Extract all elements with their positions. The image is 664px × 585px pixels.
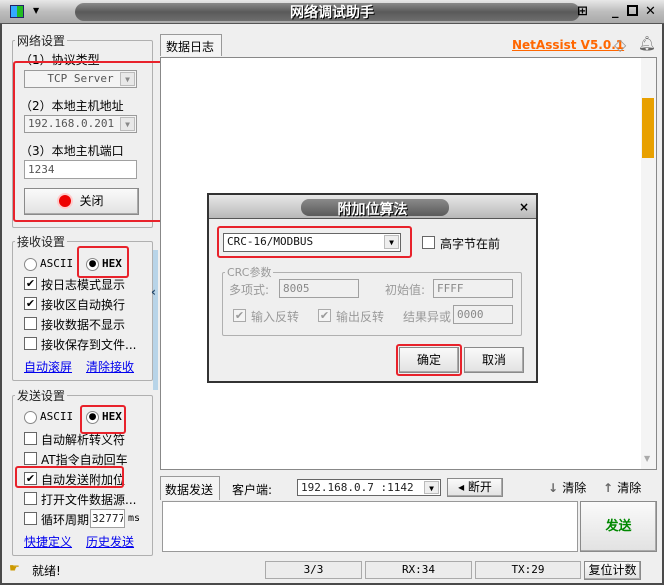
disconnect-button[interactable]: ◂ 断开 — [447, 478, 503, 497]
at-enter-checkbox[interactable] — [24, 452, 37, 465]
scroll-down-icon[interactable]: ▼ — [644, 454, 650, 463]
xorout-input[interactable] — [453, 305, 513, 324]
reset-count-button[interactable]: 复位计数 — [584, 561, 641, 580]
refout-label: 输出反转 — [336, 310, 385, 324]
send-ascii-label: ASCII — [40, 410, 74, 423]
network-settings-title: 网络设置 — [15, 32, 68, 49]
client-select[interactable]: 192.168.0.7 :1142 ▼ — [297, 479, 441, 496]
save-file-checkbox[interactable] — [24, 337, 37, 350]
status-count: 3/3 — [265, 561, 362, 579]
auto-wrap-label: 接收区自动换行 — [41, 298, 126, 312]
high-byte-first-checkbox[interactable] — [422, 236, 435, 249]
file-source-checkbox[interactable] — [24, 492, 37, 505]
status-icon: ☛ — [9, 561, 20, 575]
receive-ascii-label: ASCII — [40, 257, 74, 270]
auto-wrap-checkbox[interactable]: ✔ — [24, 297, 37, 310]
log-scrollbar[interactable]: ▼ — [641, 58, 656, 469]
init-label: 初始值: — [385, 283, 426, 297]
refout-checkbox[interactable]: ✔ — [318, 309, 331, 322]
highlight-ok — [396, 344, 462, 376]
window-title: 网络调试助手 — [290, 5, 374, 21]
init-input[interactable] — [433, 279, 513, 298]
clear-receive-label: 清除 — [562, 481, 587, 495]
loop-checkbox[interactable] — [24, 512, 37, 525]
dialog-close-button[interactable]: × — [519, 200, 529, 214]
hide-data-checkbox[interactable] — [24, 317, 37, 330]
shortcut-link[interactable]: 快捷定义 — [24, 533, 72, 550]
arrow-down-icon: ↓ — [548, 481, 563, 495]
diamond-icon[interactable]: ◇ — [614, 35, 626, 54]
client-value: 192.168.0.7 :1142 — [301, 481, 414, 494]
period-input[interactable] — [90, 509, 125, 528]
poly-input[interactable] — [279, 279, 359, 298]
send-button[interactable]: 发送 — [580, 501, 657, 552]
receive-settings-title: 接收设置 — [15, 233, 68, 250]
refin-checkbox[interactable]: ✔ — [233, 309, 246, 322]
high-byte-first-label: 高字节在前 — [440, 237, 501, 251]
tab-data-send[interactable]: 数据发送 — [160, 476, 220, 500]
chevron-down-icon: ▼ — [424, 481, 439, 494]
scroll-thumb[interactable] — [642, 98, 654, 158]
refin-label: 输入反转 — [251, 310, 300, 324]
cancel-button[interactable]: 取消 — [464, 347, 524, 373]
log-mode-label: 按日志模式显示 — [41, 278, 126, 292]
crc-params-title: CRC参数 — [225, 264, 274, 280]
send-ascii-radio[interactable] — [24, 411, 37, 424]
highlight-auto-append — [15, 466, 124, 488]
status-text: 就绪! — [32, 564, 61, 578]
arrow-left-icon: ◂ — [458, 480, 468, 494]
tab-data-log-label: 数据日志 — [166, 40, 215, 54]
append-algorithm-dialog: 附加位算法 × CRC-16/MODBUS ▼ 高字节在前 CRC参数 多项式: … — [207, 193, 538, 383]
autoscroll-link[interactable]: 自动滚屏 — [24, 358, 72, 375]
status-rx: RX:34 — [365, 561, 472, 579]
period-unit: ms — [128, 513, 141, 524]
escape-checkbox[interactable] — [24, 432, 37, 445]
clear-send-label: 清除 — [617, 481, 642, 495]
log-mode-checkbox[interactable]: ✔ — [24, 277, 37, 290]
close-button[interactable]: ✕ — [645, 4, 656, 19]
version-link[interactable]: NetAssist V5.0.1 — [512, 38, 624, 52]
tab-data-send-label: 数据发送 — [165, 483, 214, 497]
panel-splitter[interactable] — [153, 250, 158, 390]
clear-receive-link[interactable]: 清除接收 — [86, 358, 134, 375]
arrow-up-icon: ↑ — [603, 481, 618, 495]
loop-label: 循环周期 — [41, 513, 90, 527]
pin-icon[interactable]: ⊞ — [577, 4, 588, 19]
send-input[interactable] — [162, 501, 578, 552]
file-source-label: 打开文件数据源... — [41, 493, 137, 507]
hide-data-label: 接收数据不显示 — [41, 318, 126, 332]
send-settings-title: 发送设置 — [15, 387, 68, 404]
tab-data-log[interactable]: 数据日志 — [160, 34, 222, 56]
dialog-title: 附加位算法 — [337, 202, 408, 218]
highlight-receive-hex — [77, 246, 129, 278]
receive-ascii-radio[interactable] — [24, 258, 37, 271]
client-label: 客户端: — [232, 483, 273, 497]
highlight-network — [13, 61, 163, 222]
highlight-algorithm — [217, 226, 412, 258]
highlight-send-hex — [80, 405, 126, 434]
disconnect-label: 断开 — [467, 480, 492, 494]
minimize-button[interactable]: _ — [612, 4, 619, 19]
title-bar[interactable]: ▼ 网络调试助手 ⊞ _ ✕ — [0, 0, 664, 24]
save-file-label: 接收保存到文件... — [41, 338, 137, 352]
status-tx: TX:29 — [475, 561, 581, 579]
dialog-title-bar[interactable]: 附加位算法 × — [209, 195, 536, 219]
maximize-button[interactable] — [627, 5, 638, 16]
bell-icon[interactable]: 🔔︎ — [638, 36, 656, 52]
clear-send-button[interactable]: ↑ 清除 — [603, 479, 641, 496]
escape-label: 自动解析转义符 — [41, 433, 126, 447]
clear-receive-button[interactable]: ↓ 清除 — [548, 479, 586, 496]
history-link[interactable]: 历史发送 — [86, 533, 134, 550]
poly-label: 多项式: — [229, 283, 270, 297]
xorout-label: 结果异或 — [403, 310, 452, 324]
collapse-arrow-icon[interactable]: ‹ — [151, 285, 156, 299]
